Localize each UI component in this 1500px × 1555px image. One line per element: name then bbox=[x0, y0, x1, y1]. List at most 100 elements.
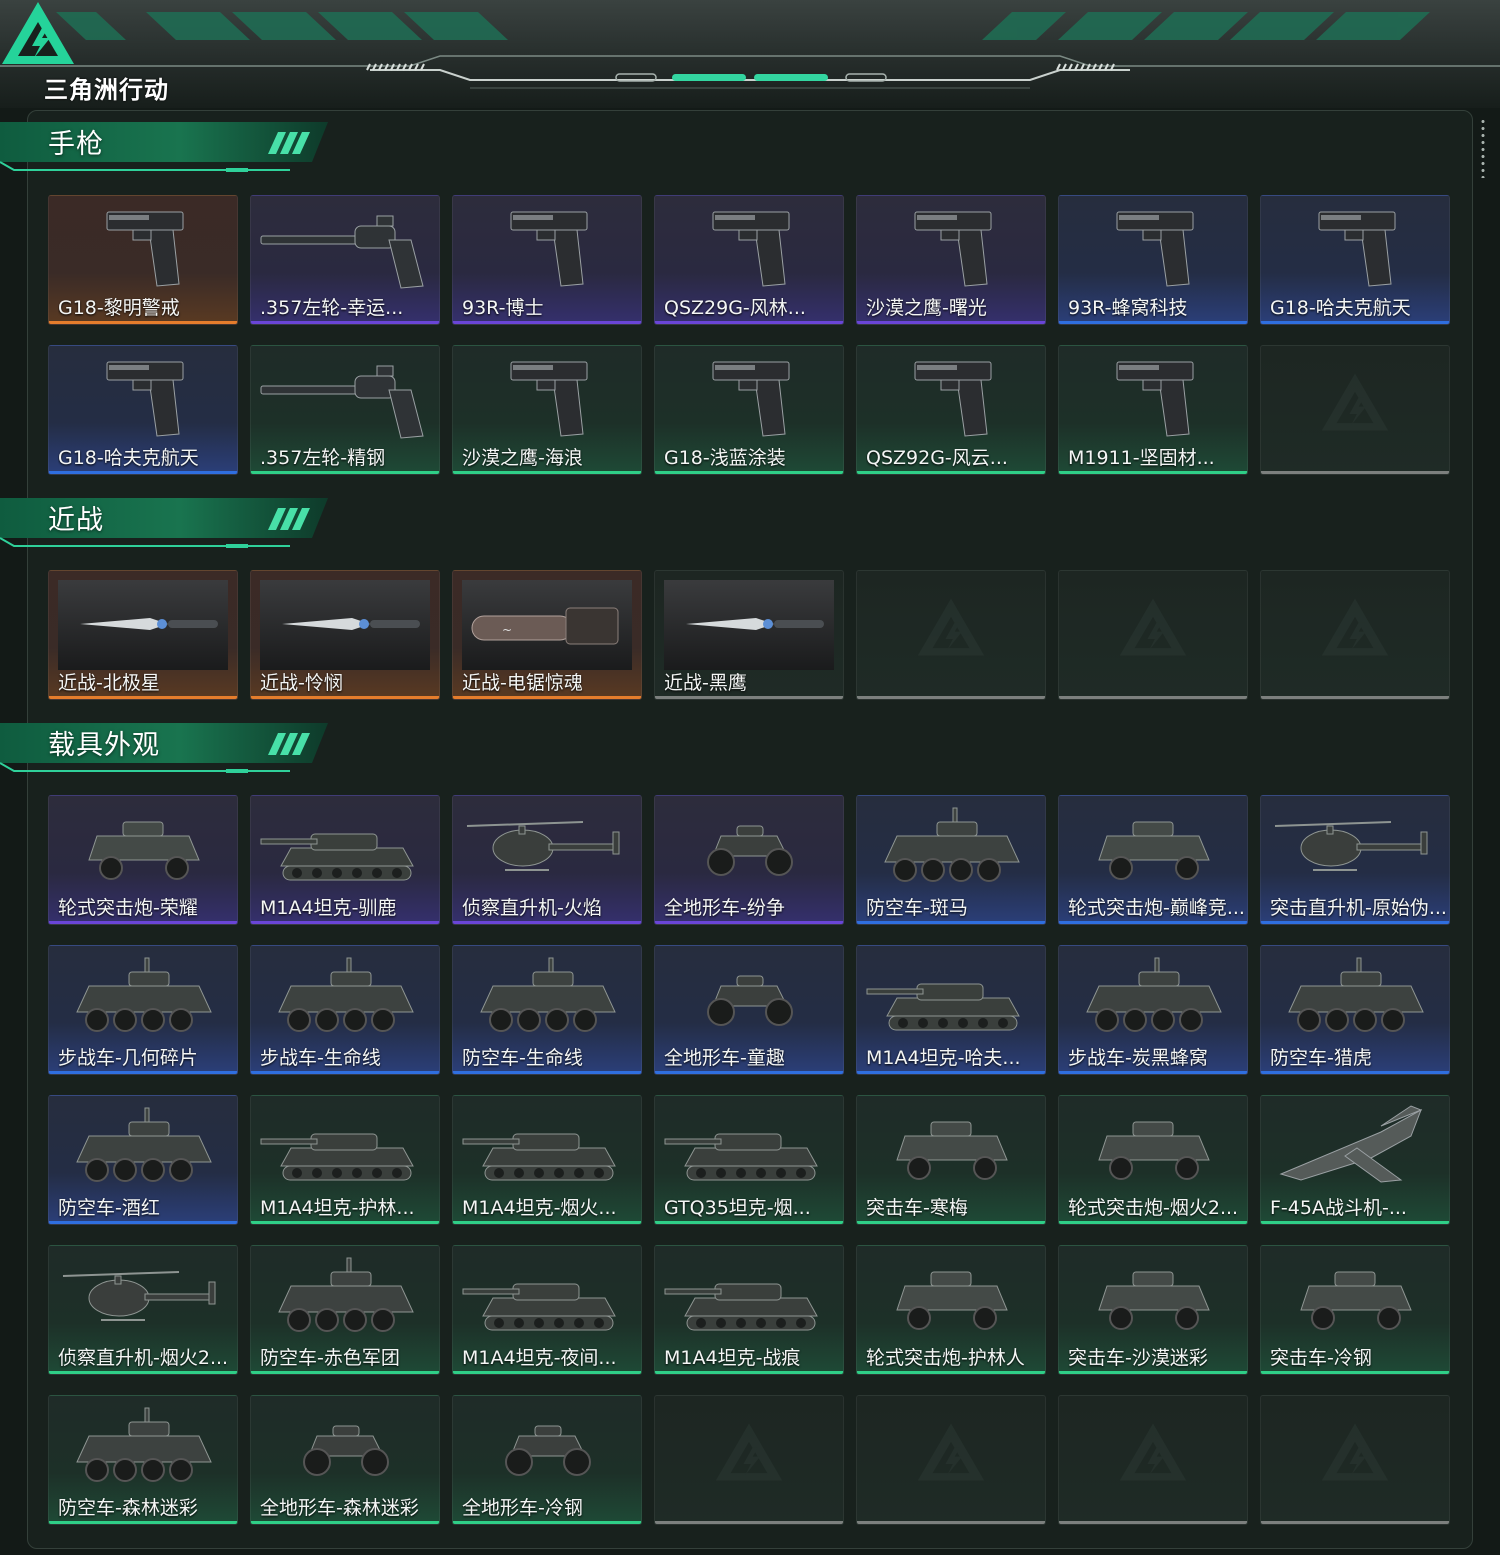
skin-card[interactable]: G18-浅蓝涂装 bbox=[654, 345, 844, 475]
skin-name-label: 93R-博士 bbox=[462, 297, 544, 319]
skin-name-label: 突击直升机-原始伪... bbox=[1270, 897, 1447, 919]
skin-card[interactable]: ~ 近战-电锯惊魂 bbox=[452, 570, 642, 700]
wheeled-vehicle-icon bbox=[896, 1271, 1008, 1330]
rarity-bar bbox=[453, 1071, 641, 1074]
skin-card[interactable]: 轮式突击炮-巅峰竞... bbox=[1058, 795, 1248, 925]
rarity-bar bbox=[1059, 1071, 1247, 1074]
skin-card[interactable]: M1911-坚固材... bbox=[1058, 345, 1248, 475]
skin-card[interactable]: G18-哈夫克航天 bbox=[1260, 195, 1450, 325]
skin-card[interactable]: 轮式突击炮-护林人 bbox=[856, 1245, 1046, 1375]
skin-card[interactable]: 步战车-炭黑蜂窝 bbox=[1058, 945, 1248, 1075]
rarity-bar bbox=[655, 471, 843, 474]
skin-card[interactable]: 突击车-冷钢 bbox=[1260, 1245, 1450, 1375]
skin-card[interactable]: 防空车-猎虎 bbox=[1260, 945, 1450, 1075]
skin-card[interactable]: QSZ92G-风云... bbox=[856, 345, 1046, 475]
empty-skin-slot[interactable] bbox=[1260, 345, 1450, 475]
rarity-bar bbox=[453, 471, 641, 474]
skin-card[interactable]: .357左轮-幸运... bbox=[250, 195, 440, 325]
revolver-icon bbox=[260, 365, 424, 439]
skin-card[interactable]: M1A4坦克-战痕 bbox=[654, 1245, 844, 1375]
skin-card[interactable]: GTQ35坦克-烟... bbox=[654, 1095, 844, 1225]
pistol-icon bbox=[106, 361, 184, 437]
skin-card[interactable]: 全地形车-纷争 bbox=[654, 795, 844, 925]
apc-icon bbox=[76, 957, 212, 1032]
skin-card[interactable]: M1A4坦克-护林... bbox=[250, 1095, 440, 1225]
skin-card[interactable]: 沙漠之鹰-海浪 bbox=[452, 345, 642, 475]
rarity-bar bbox=[655, 321, 843, 324]
rarity-bar bbox=[655, 696, 843, 699]
empty-skin-slot[interactable] bbox=[856, 570, 1046, 700]
rarity-bar bbox=[251, 696, 439, 699]
skin-card[interactable]: 侦察直升机-烟火2... bbox=[48, 1245, 238, 1375]
section-title: 近战 bbox=[48, 505, 104, 536]
skin-card[interactable]: 步战车-几何碎片 bbox=[48, 945, 238, 1075]
skin-name-label: 防空车-森林迷彩 bbox=[58, 1497, 198, 1519]
scrollbar-handle[interactable] bbox=[1480, 118, 1486, 178]
rarity-bar bbox=[857, 1071, 1045, 1074]
skin-card[interactable]: 93R-博士 bbox=[452, 195, 642, 325]
skin-card[interactable]: 93R-蜂窝科技 bbox=[1058, 195, 1248, 325]
tank-icon bbox=[664, 1283, 818, 1331]
skin-card[interactable]: 近战-黑鹰 bbox=[654, 570, 844, 700]
apc-icon bbox=[884, 807, 1020, 882]
rarity-bar bbox=[49, 1221, 237, 1224]
skin-card[interactable]: 突击直升机-原始伪... bbox=[1260, 795, 1450, 925]
skin-card[interactable]: 防空车-生命线 bbox=[452, 945, 642, 1075]
skin-name-label: 防空车-猎虎 bbox=[1270, 1047, 1372, 1069]
skin-card[interactable]: G18-哈夫克航天 bbox=[48, 345, 238, 475]
wheeled-vehicle-icon bbox=[88, 821, 200, 880]
skin-name-label: M1A4坦克-夜间... bbox=[462, 1347, 617, 1369]
wheeled-vehicle-icon bbox=[1098, 1121, 1210, 1180]
empty-skin-slot[interactable] bbox=[1058, 570, 1248, 700]
skin-card[interactable]: 全地形车-童趣 bbox=[654, 945, 844, 1075]
skin-card[interactable]: .357左轮-精钢 bbox=[250, 345, 440, 475]
skin-card[interactable]: 轮式突击炮-荣耀 bbox=[48, 795, 238, 925]
skin-card[interactable]: M1A4坦克-驯鹿 bbox=[250, 795, 440, 925]
skin-card[interactable]: 防空车-赤色军团 bbox=[250, 1245, 440, 1375]
skin-card[interactable]: M1A4坦克-哈夫... bbox=[856, 945, 1046, 1075]
empty-skin-slot[interactable] bbox=[856, 1395, 1046, 1525]
game-logo-text: 三角洲行动 bbox=[44, 76, 169, 104]
section-header-pistols: 手枪 bbox=[0, 118, 340, 178]
tank-icon bbox=[664, 1133, 818, 1181]
helicopter-icon bbox=[62, 1271, 216, 1321]
empty-skin-slot[interactable] bbox=[654, 1395, 844, 1525]
rarity-bar bbox=[453, 321, 641, 324]
skin-card[interactable]: 侦察直升机-火焰 bbox=[452, 795, 642, 925]
empty-skin-slot[interactable] bbox=[1260, 1395, 1450, 1525]
skin-card[interactable]: 防空车-酒红 bbox=[48, 1095, 238, 1225]
skin-card[interactable]: 防空车-森林迷彩 bbox=[48, 1395, 238, 1525]
skin-card[interactable]: 全地形车-冷钢 bbox=[452, 1395, 642, 1525]
empty-skin-slot[interactable] bbox=[1260, 570, 1450, 700]
skin-name-label: 近战-电锯惊魂 bbox=[462, 672, 583, 694]
skin-card[interactable]: G18-黎明警戒 bbox=[48, 195, 238, 325]
skin-card[interactable]: 近战-怜悯 bbox=[250, 570, 440, 700]
skin-card[interactable]: M1A4坦克-夜间... bbox=[452, 1245, 642, 1375]
skin-name-label: 沙漠之鹰-海浪 bbox=[462, 447, 583, 469]
skin-card[interactable]: 全地形车-森林迷彩 bbox=[250, 1395, 440, 1525]
delta-logo-icon bbox=[2, 2, 74, 64]
rarity-bar bbox=[1261, 1521, 1449, 1524]
skin-card[interactable]: 突击车-沙漠迷彩 bbox=[1058, 1245, 1248, 1375]
rarity-bar bbox=[49, 471, 237, 474]
skin-card[interactable]: 沙漠之鹰-曙光 bbox=[856, 195, 1046, 325]
rarity-bar bbox=[1059, 321, 1247, 324]
skin-card[interactable]: 突击车-寒梅 bbox=[856, 1095, 1046, 1225]
skin-card[interactable]: 防空车-斑马 bbox=[856, 795, 1046, 925]
rarity-bar bbox=[1059, 1221, 1247, 1224]
skin-card[interactable]: F-45A战斗机-... bbox=[1260, 1095, 1450, 1225]
rarity-bar bbox=[49, 1071, 237, 1074]
apc-icon bbox=[76, 1107, 212, 1182]
skin-card[interactable]: 步战车-生命线 bbox=[250, 945, 440, 1075]
rarity-bar bbox=[453, 1221, 641, 1224]
skin-name-label: 侦察直升机-烟火2... bbox=[58, 1347, 229, 1369]
empty-skin-slot[interactable] bbox=[1058, 1395, 1248, 1525]
section-header-melee: 近战 bbox=[0, 494, 340, 554]
skin-card[interactable]: 轮式突击炮-烟火2... bbox=[1058, 1095, 1248, 1225]
empty-slot-logo-icon bbox=[1119, 598, 1187, 656]
skin-name-label: F-45A战斗机-... bbox=[1270, 1197, 1407, 1219]
skin-card[interactable]: 近战-北极星 bbox=[48, 570, 238, 700]
skin-card[interactable]: QSZ29G-风林... bbox=[654, 195, 844, 325]
skin-card[interactable]: M1A4坦克-烟火... bbox=[452, 1095, 642, 1225]
rarity-bar bbox=[49, 1371, 237, 1374]
